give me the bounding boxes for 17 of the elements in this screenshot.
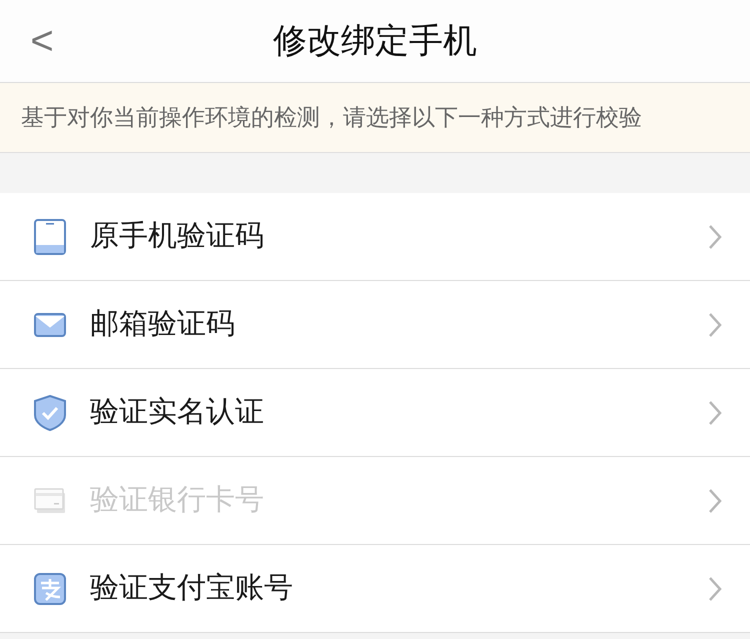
- envelope-icon: [34, 312, 66, 336]
- notice-text: 基于对你当前操作环境的检测，请选择以下一种方式进行校验: [21, 103, 642, 132]
- chevron-right-icon: [708, 488, 722, 514]
- phone-icon: [34, 218, 66, 254]
- card-icon: [34, 488, 66, 514]
- chevron-right-icon: [708, 312, 722, 338]
- chevron-right-icon: [708, 224, 722, 250]
- option-label: 验证支付宝账号: [90, 570, 293, 606]
- chevron-right-icon: [708, 400, 722, 426]
- back-button[interactable]: <: [24, 16, 60, 66]
- chevron-right-icon: [708, 576, 722, 602]
- page-title: 修改绑定手机: [273, 20, 477, 62]
- option-label: 原手机验证码: [90, 218, 264, 254]
- option-label: 验证实名认证: [90, 394, 264, 430]
- option-label: 邮箱验证码: [90, 306, 235, 342]
- shield-check-icon: [34, 394, 66, 430]
- alipay-logo-icon: [34, 572, 66, 604]
